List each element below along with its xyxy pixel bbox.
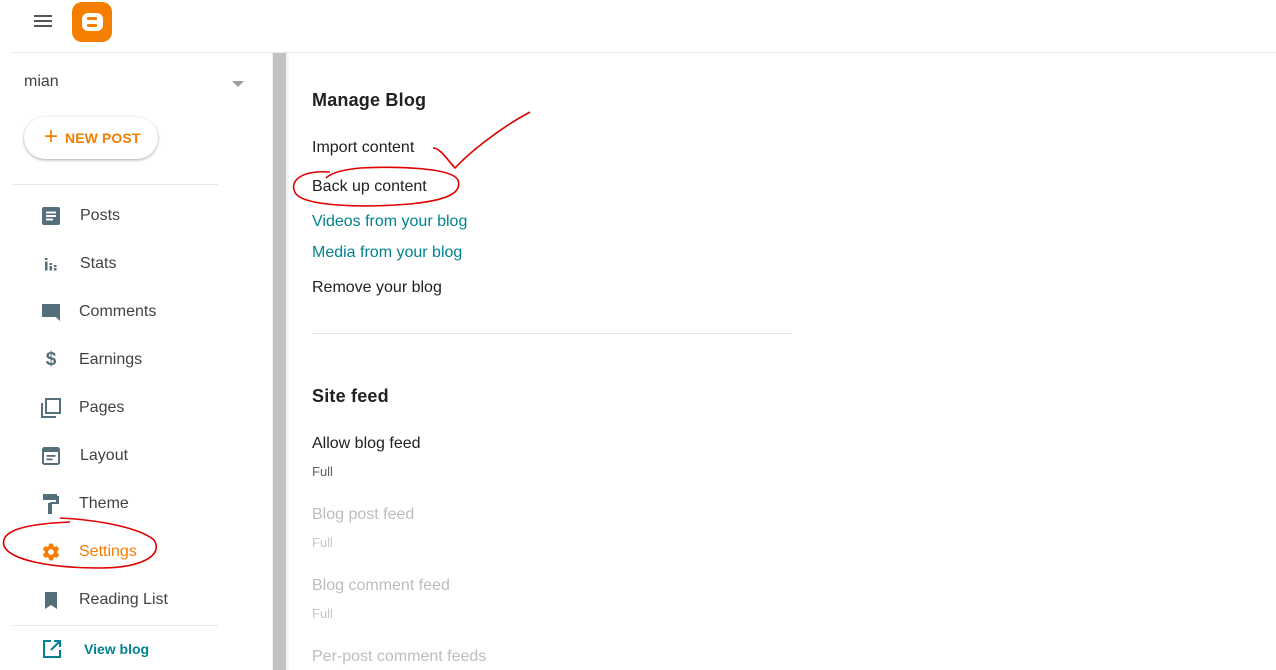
stats-icon	[40, 253, 62, 275]
sidebar-divider	[12, 184, 218, 185]
sidebar-item-stats[interactable]: Stats	[0, 244, 260, 284]
sidebar-item-reading-list[interactable]: Reading List	[0, 580, 260, 620]
sidebar-item-label: Stats	[80, 255, 117, 272]
hamburger-menu-icon[interactable]	[34, 12, 54, 30]
comments-icon	[40, 301, 62, 323]
view-blog-label: View blog	[84, 641, 150, 657]
per-post-comment-feeds-setting: Per-post comment feeds	[312, 648, 487, 665]
media-from-blog-link[interactable]: Media from your blog	[312, 244, 462, 262]
new-post-label: NEW POST	[65, 130, 141, 146]
allow-blog-feed-setting[interactable]: Allow blog feed	[312, 435, 421, 453]
blog-name: mian	[24, 73, 59, 90]
section-divider	[312, 333, 792, 334]
blog-selector[interactable]: mian	[24, 73, 250, 97]
top-bar	[0, 0, 1276, 53]
view-blog-link[interactable]: View blog	[0, 629, 260, 669]
sidebar-item-theme[interactable]: Theme	[0, 484, 260, 524]
blog-comment-feed-setting: Blog comment feed	[312, 577, 450, 594]
dollar-icon: $	[45, 349, 57, 370]
sidebar-item-label: Comments	[79, 303, 157, 320]
sidebar-item-settings[interactable]: Settings	[0, 532, 260, 572]
sidebar-item-posts[interactable]: Posts	[0, 196, 260, 236]
new-post-button[interactable]: + NEW POST	[24, 117, 158, 159]
sidebar-item-label: Pages	[79, 399, 125, 416]
blog-post-feed-setting: Blog post feed	[312, 506, 415, 523]
external-link-icon	[41, 638, 63, 660]
blog-comment-feed-value: Full	[312, 606, 333, 621]
sidebar-item-label: Layout	[80, 447, 129, 464]
plus-icon: +	[44, 123, 59, 150]
annotation-checkmark	[432, 111, 531, 170]
sidebar-item-label: Reading List	[79, 591, 168, 608]
paint-roller-icon	[40, 493, 62, 515]
site-feed-title: Site feed	[312, 386, 389, 406]
back-up-content-link[interactable]: Back up content	[312, 178, 427, 196]
content-edge	[287, 53, 289, 670]
sidebar-scrollbar[interactable]	[272, 53, 287, 670]
sidebar-item-earnings[interactable]: $ Earnings	[0, 340, 260, 380]
gear-icon	[40, 541, 62, 563]
sidebar-item-label: Earnings	[79, 351, 143, 368]
import-content-link[interactable]: Import content	[312, 139, 414, 157]
sidebar-divider	[12, 625, 218, 626]
videos-from-blog-link[interactable]: Videos from your blog	[312, 213, 467, 231]
sidebar-item-label: Settings	[79, 543, 137, 560]
scrollbar-thumb[interactable]	[273, 53, 286, 670]
layout-icon	[40, 445, 62, 467]
allow-blog-feed-value: Full	[312, 464, 333, 479]
posts-icon	[40, 205, 62, 227]
blogger-logo-icon[interactable]	[72, 2, 112, 42]
sidebar-item-layout[interactable]: Layout	[0, 436, 260, 476]
pages-icon	[40, 397, 62, 419]
sidebar: mian + NEW POST Posts Stats Comments $ E…	[0, 53, 272, 670]
remove-blog-link[interactable]: Remove your blog	[312, 279, 442, 297]
sidebar-item-pages[interactable]: Pages	[0, 388, 260, 428]
sidebar-item-label: Theme	[79, 495, 129, 512]
dropdown-arrow-icon	[232, 81, 244, 87]
manage-blog-title: Manage Blog	[312, 90, 427, 110]
sidebar-item-comments[interactable]: Comments	[0, 292, 260, 332]
sidebar-item-label: Posts	[80, 207, 121, 224]
blog-post-feed-value: Full	[312, 535, 333, 550]
bookmark-icon	[40, 589, 62, 611]
